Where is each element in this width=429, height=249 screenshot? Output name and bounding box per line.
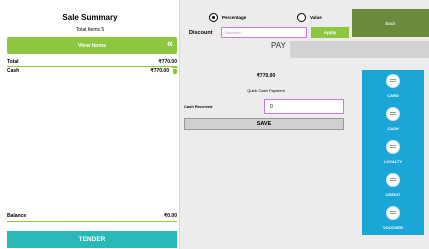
divider bbox=[7, 221, 177, 222]
radio-value-label: Value bbox=[310, 15, 322, 20]
back-button[interactable]: Back bbox=[352, 9, 429, 37]
loyalty-payment-button[interactable]: LOYALTY bbox=[362, 136, 424, 169]
pay-label: PAY bbox=[271, 41, 286, 50]
cash-received-label: Cash Received bbox=[184, 104, 213, 109]
credit-label: CREDIT bbox=[385, 192, 401, 197]
sale-summary-panel: Sale Summary Total Items 5 View Items « … bbox=[0, 0, 180, 249]
apply-button[interactable]: Apply bbox=[311, 27, 349, 38]
view-items-label: View Items bbox=[77, 42, 107, 49]
pay-bar bbox=[290, 41, 429, 58]
balance-row: Balance ₹0.00 bbox=[7, 213, 177, 219]
credit-icon bbox=[386, 173, 400, 187]
radio-percentage[interactable]: Percentage bbox=[209, 13, 246, 22]
view-items-button[interactable]: View Items « bbox=[7, 37, 177, 54]
cash-tile-label: CASH bbox=[387, 126, 399, 131]
divider bbox=[7, 66, 177, 67]
sale-summary-title: Sale Summary bbox=[62, 13, 118, 22]
total-items-count: Total Items 5 bbox=[75, 27, 105, 33]
voucher-icon bbox=[386, 206, 400, 220]
cash-received-input[interactable]: 0 bbox=[264, 99, 344, 114]
payment-area: Percentage Value Back Discount Discount … bbox=[181, 0, 429, 249]
cash-icon bbox=[386, 107, 400, 121]
voucher-payment-button[interactable]: VOUCHER bbox=[362, 202, 424, 235]
radio-unselected-icon bbox=[297, 13, 306, 22]
amount-due: ₹770.00 bbox=[256, 73, 276, 79]
voucher-label: VOUCHER bbox=[382, 225, 403, 230]
cash-payment-button[interactable]: CASH bbox=[362, 103, 424, 136]
tender-button[interactable]: TENDER bbox=[7, 231, 177, 248]
loyalty-label: LOYALTY bbox=[383, 159, 402, 164]
card-icon bbox=[386, 74, 400, 88]
discount-input[interactable]: Discount bbox=[221, 27, 307, 38]
collapse-chevron-icon[interactable]: « bbox=[167, 39, 173, 50]
cash-payment-row: Cash ₹770.00 bbox=[7, 67, 178, 74]
balance-value: ₹0.00 bbox=[164, 213, 177, 219]
balance-label: Balance bbox=[7, 213, 27, 219]
credit-payment-button[interactable]: CREDIT bbox=[362, 169, 424, 202]
cash-label: Cash bbox=[7, 68, 20, 74]
card-payment-button[interactable]: CARD bbox=[362, 70, 424, 103]
total-row: Total ₹770.00 bbox=[7, 59, 177, 65]
quick-cash-payment-label: Quick Cash Payment bbox=[247, 88, 285, 93]
total-label: Total bbox=[7, 59, 19, 65]
delete-icon[interactable] bbox=[172, 67, 178, 74]
radio-selected-icon bbox=[209, 13, 218, 22]
cash-value: ₹770.00 bbox=[150, 68, 169, 74]
save-button[interactable]: SAVE bbox=[184, 118, 344, 130]
total-value: ₹770.00 bbox=[158, 59, 177, 65]
loyalty-icon bbox=[386, 140, 400, 154]
radio-percentage-label: Percentage bbox=[222, 15, 247, 20]
discount-label: Discount bbox=[189, 30, 213, 36]
radio-value[interactable]: Value bbox=[297, 13, 322, 22]
card-label: CARD bbox=[387, 93, 399, 98]
